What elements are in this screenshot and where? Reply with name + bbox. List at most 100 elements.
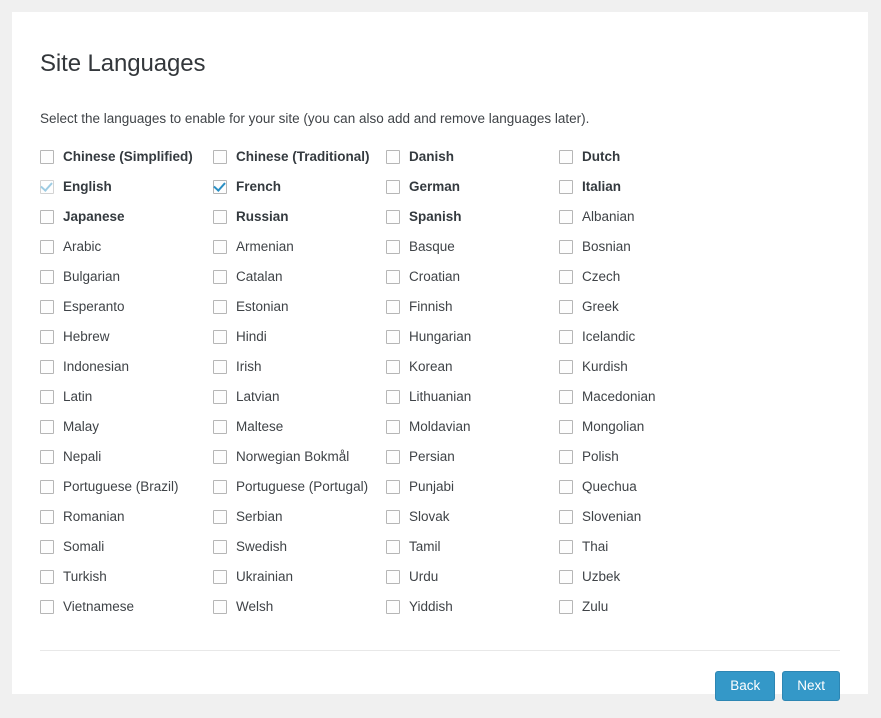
language-option[interactable]: Chinese (Traditional)	[213, 142, 386, 172]
language-option[interactable]: Serbian	[213, 502, 386, 532]
checkbox-unchecked-icon[interactable]	[386, 570, 400, 584]
checkbox-unchecked-icon[interactable]	[386, 480, 400, 494]
checkbox-unchecked-icon[interactable]	[386, 270, 400, 284]
checkbox-unchecked-icon[interactable]	[40, 540, 54, 554]
checkbox-unchecked-icon[interactable]	[40, 300, 54, 314]
language-option[interactable]: Estonian	[213, 292, 386, 322]
checkbox-unchecked-icon[interactable]	[40, 390, 54, 404]
language-option[interactable]: Welsh	[213, 592, 386, 622]
language-option[interactable]: Nepali	[40, 442, 213, 472]
language-option[interactable]: Hungarian	[386, 322, 559, 352]
language-option[interactable]: Quechua	[559, 472, 732, 502]
checkbox-unchecked-icon[interactable]	[40, 150, 54, 164]
checkbox-unchecked-icon[interactable]	[213, 390, 227, 404]
checkbox-unchecked-icon[interactable]	[386, 390, 400, 404]
language-option[interactable]: Armenian	[213, 232, 386, 262]
checkbox-unchecked-icon[interactable]	[386, 150, 400, 164]
checkbox-unchecked-icon[interactable]	[386, 210, 400, 224]
language-option[interactable]: Portuguese (Portugal)	[213, 472, 386, 502]
language-option[interactable]: Chinese (Simplified)	[40, 142, 213, 172]
language-option[interactable]: Korean	[386, 352, 559, 382]
language-option[interactable]: Bosnian	[559, 232, 732, 262]
language-option[interactable]: Turkish	[40, 562, 213, 592]
language-option[interactable]: Urdu	[386, 562, 559, 592]
language-option[interactable]: Dutch	[559, 142, 732, 172]
language-option[interactable]: Spanish	[386, 202, 559, 232]
checkbox-unchecked-icon[interactable]	[213, 300, 227, 314]
language-option[interactable]: Tamil	[386, 532, 559, 562]
language-option[interactable]: Basque	[386, 232, 559, 262]
checkbox-unchecked-icon[interactable]	[559, 570, 573, 584]
language-option[interactable]: Lithuanian	[386, 382, 559, 412]
language-option[interactable]: Portuguese (Brazil)	[40, 472, 213, 502]
language-option[interactable]: Japanese	[40, 202, 213, 232]
checkbox-unchecked-icon[interactable]	[213, 570, 227, 584]
checkbox-unchecked-icon[interactable]	[559, 540, 573, 554]
checkbox-unchecked-icon[interactable]	[559, 240, 573, 254]
checkbox-unchecked-icon[interactable]	[386, 240, 400, 254]
checkbox-unchecked-icon[interactable]	[213, 150, 227, 164]
language-option[interactable]: Finnish	[386, 292, 559, 322]
checkbox-checked-icon[interactable]	[213, 180, 227, 194]
checkbox-unchecked-icon[interactable]	[213, 540, 227, 554]
checkbox-unchecked-icon[interactable]	[213, 210, 227, 224]
checkbox-unchecked-icon[interactable]	[559, 300, 573, 314]
checkbox-unchecked-icon[interactable]	[40, 420, 54, 434]
checkbox-unchecked-icon[interactable]	[386, 330, 400, 344]
language-option[interactable]: Macedonian	[559, 382, 732, 412]
checkbox-unchecked-icon[interactable]	[213, 330, 227, 344]
checkbox-unchecked-icon[interactable]	[386, 540, 400, 554]
checkbox-unchecked-icon[interactable]	[40, 600, 54, 614]
language-option[interactable]: Bulgarian	[40, 262, 213, 292]
checkbox-unchecked-icon[interactable]	[213, 480, 227, 494]
language-option[interactable]: German	[386, 172, 559, 202]
language-option[interactable]: Latin	[40, 382, 213, 412]
language-option[interactable]: Punjabi	[386, 472, 559, 502]
language-option[interactable]: Ukrainian	[213, 562, 386, 592]
checkbox-unchecked-icon[interactable]	[40, 360, 54, 374]
language-option[interactable]: Danish	[386, 142, 559, 172]
checkbox-unchecked-icon[interactable]	[386, 420, 400, 434]
checkbox-unchecked-icon[interactable]	[386, 450, 400, 464]
language-option[interactable]: Zulu	[559, 592, 732, 622]
checkbox-unchecked-icon[interactable]	[559, 150, 573, 164]
language-option[interactable]: Croatian	[386, 262, 559, 292]
checkbox-unchecked-icon[interactable]	[559, 420, 573, 434]
language-option[interactable]: Esperanto	[40, 292, 213, 322]
checkbox-unchecked-icon[interactable]	[40, 210, 54, 224]
language-option[interactable]: Slovak	[386, 502, 559, 532]
checkbox-unchecked-icon[interactable]	[386, 300, 400, 314]
checkbox-unchecked-icon[interactable]	[213, 420, 227, 434]
language-option[interactable]: Greek	[559, 292, 732, 322]
language-option[interactable]: Arabic	[40, 232, 213, 262]
language-option[interactable]: Thai	[559, 532, 732, 562]
checkbox-unchecked-icon[interactable]	[559, 510, 573, 524]
checkbox-unchecked-icon[interactable]	[40, 330, 54, 344]
language-option[interactable]: Vietnamese	[40, 592, 213, 622]
next-button[interactable]: Next	[782, 671, 840, 701]
checkbox-unchecked-icon[interactable]	[40, 570, 54, 584]
checkbox-unchecked-icon[interactable]	[559, 270, 573, 284]
language-option[interactable]: Malay	[40, 412, 213, 442]
checkbox-unchecked-icon[interactable]	[213, 600, 227, 614]
back-button[interactable]: Back	[715, 671, 775, 701]
language-option[interactable]: English	[40, 172, 213, 202]
checkbox-unchecked-icon[interactable]	[559, 450, 573, 464]
language-option[interactable]: Moldavian	[386, 412, 559, 442]
language-option[interactable]: Hebrew	[40, 322, 213, 352]
checkbox-unchecked-icon[interactable]	[559, 360, 573, 374]
language-option[interactable]: Uzbek	[559, 562, 732, 592]
checkbox-unchecked-icon[interactable]	[559, 210, 573, 224]
checkbox-unchecked-icon[interactable]	[559, 330, 573, 344]
language-option[interactable]: Irish	[213, 352, 386, 382]
language-option[interactable]: Maltese	[213, 412, 386, 442]
language-option[interactable]: Hindi	[213, 322, 386, 352]
language-option[interactable]: Catalan	[213, 262, 386, 292]
language-option[interactable]: Slovenian	[559, 502, 732, 532]
checkbox-unchecked-icon[interactable]	[40, 450, 54, 464]
language-option[interactable]: Mongolian	[559, 412, 732, 442]
language-option[interactable]: Norwegian Bokmål	[213, 442, 386, 472]
checkbox-unchecked-icon[interactable]	[40, 240, 54, 254]
checkbox-unchecked-icon[interactable]	[559, 600, 573, 614]
language-option[interactable]: Latvian	[213, 382, 386, 412]
